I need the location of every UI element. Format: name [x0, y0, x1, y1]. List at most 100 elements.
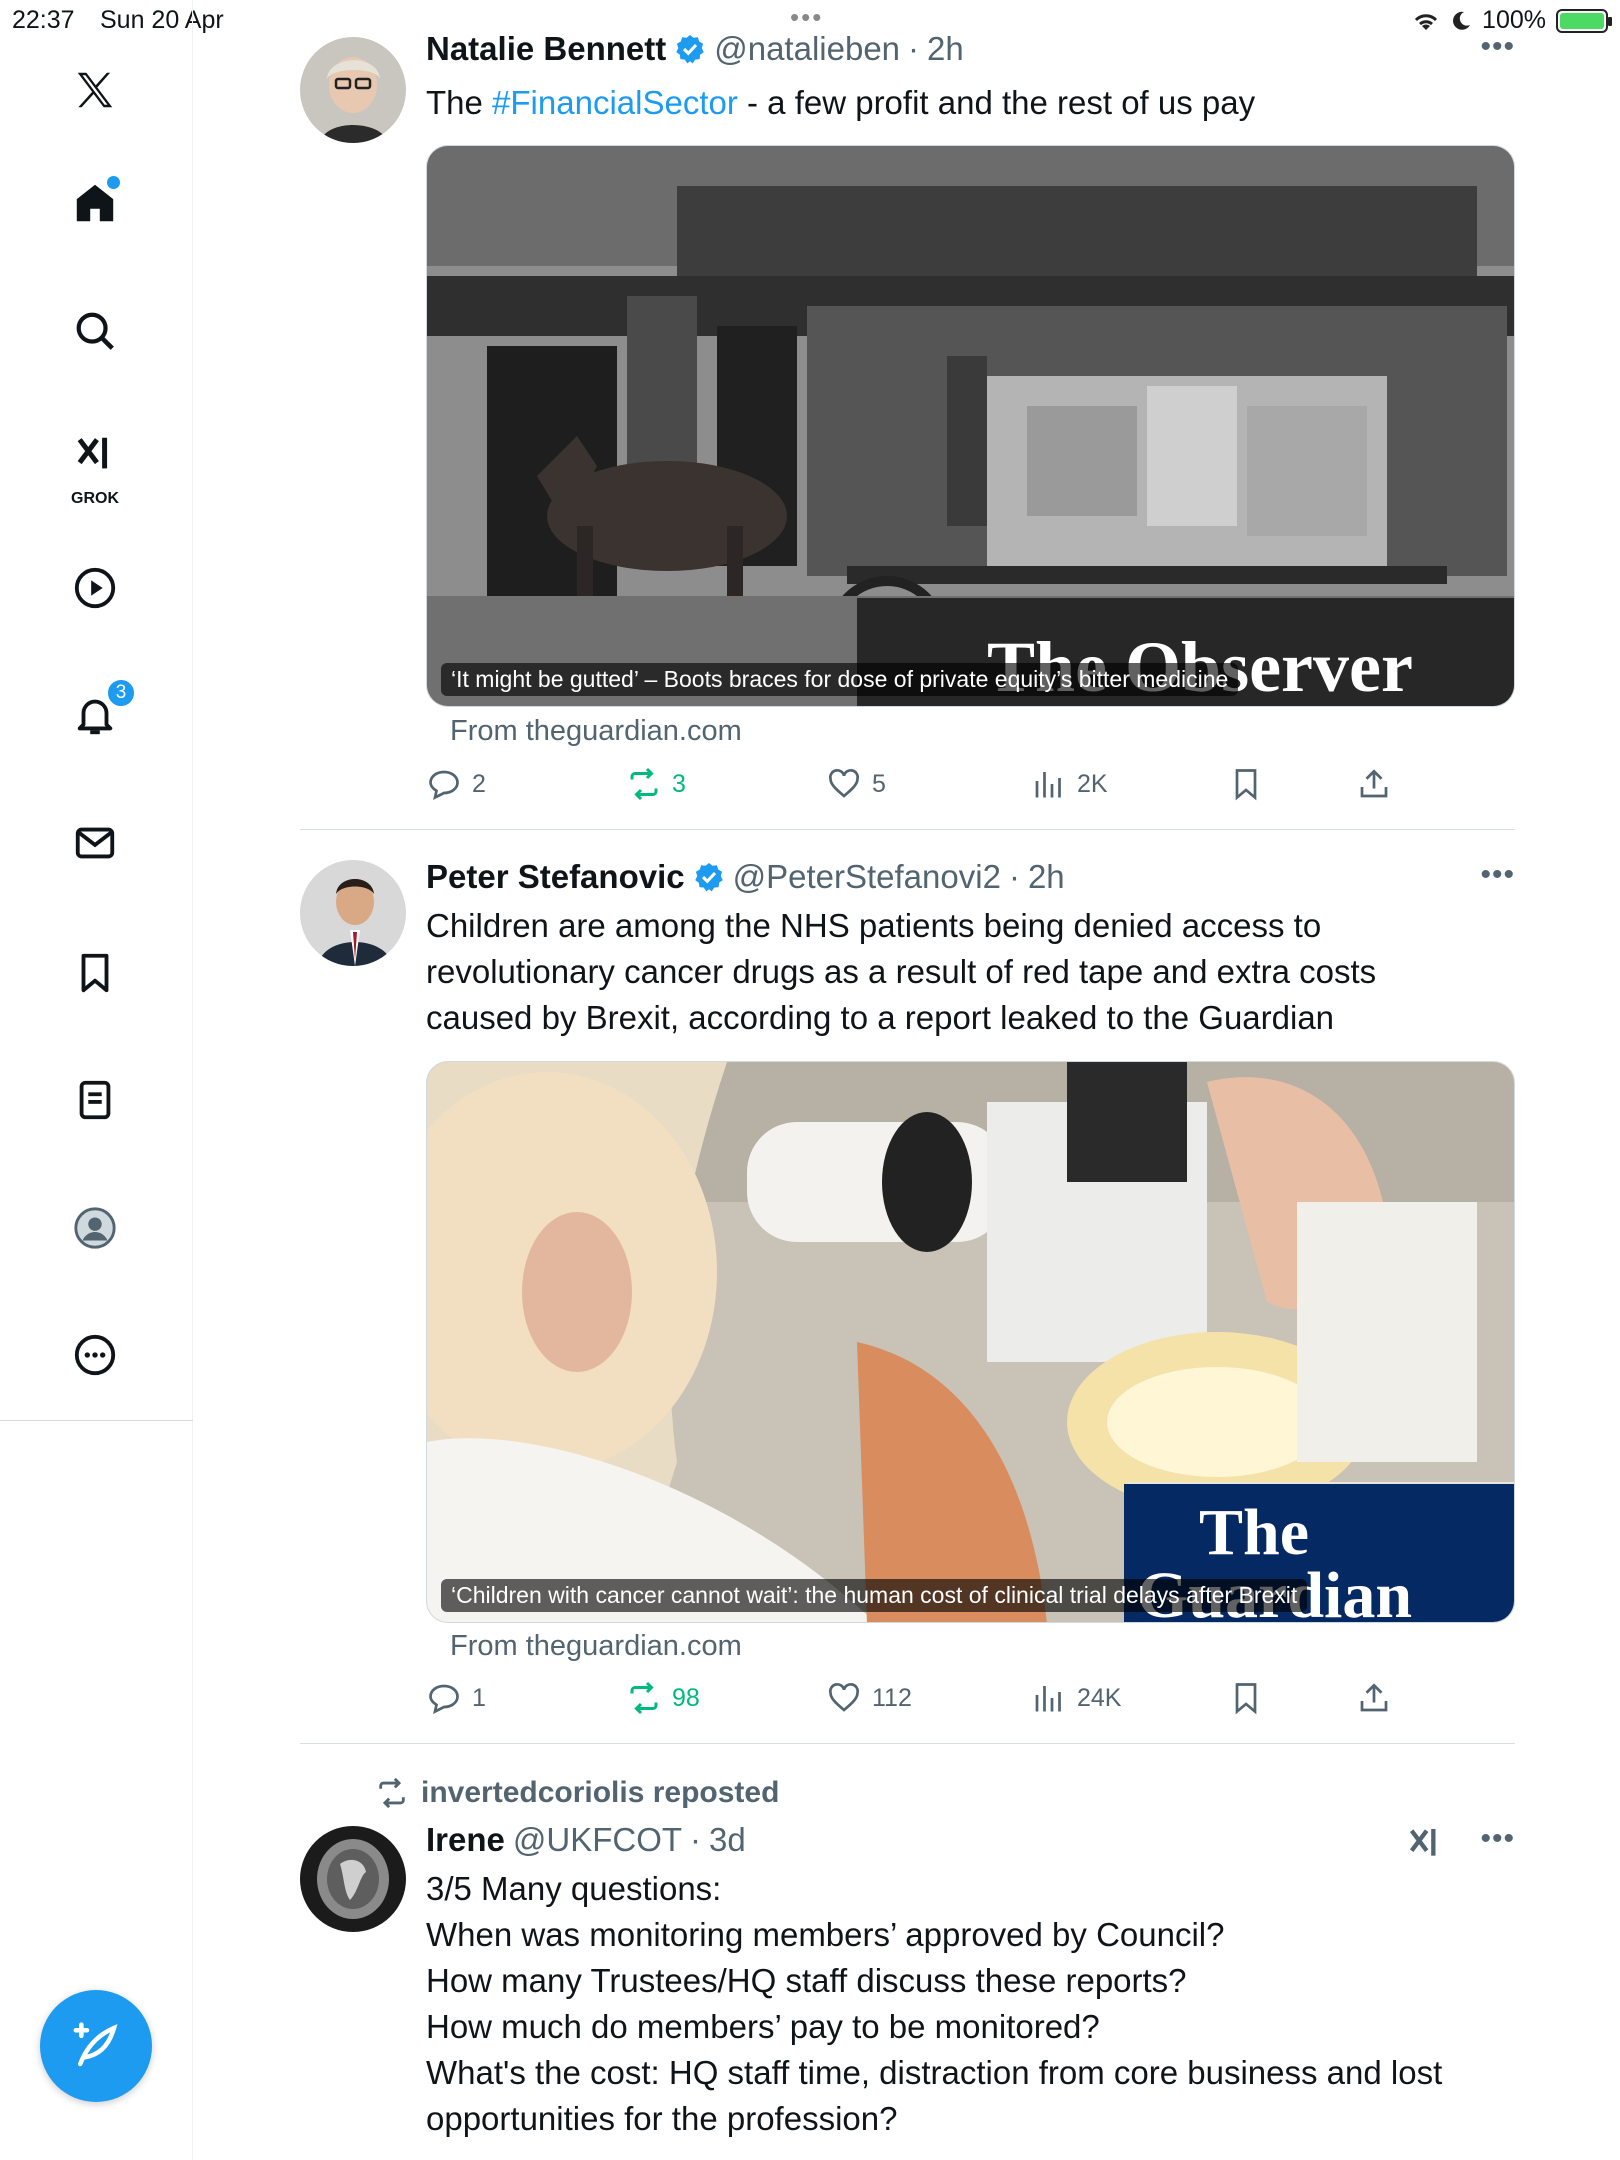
- author-name[interactable]: Natalie Bennett: [426, 30, 666, 68]
- tweet-text-line: caused by Brexit, according to a report …: [426, 999, 1335, 1036]
- like-button[interactable]: 5: [826, 766, 886, 802]
- grok-label: GROK: [71, 490, 119, 507]
- share-button[interactable]: [1356, 1680, 1392, 1716]
- more-options-icon[interactable]: •••: [1480, 1822, 1515, 1856]
- post-time[interactable]: 3d: [709, 1821, 746, 1859]
- author-name[interactable]: Irene: [426, 1821, 505, 1859]
- tweet-text-part: - a few profit and the rest of us pay: [737, 84, 1256, 121]
- tweet-text-line: What's the cost: HQ staff time, distract…: [426, 2054, 1443, 2091]
- tweet-text-line: How much do members’ pay to be monitored…: [426, 2008, 1100, 2045]
- bookmark-button[interactable]: [1228, 766, 1264, 802]
- tweet-actions: 2 3 5 2K: [426, 766, 1436, 816]
- hashtag-link[interactable]: #FinancialSector: [492, 84, 738, 121]
- tweet-text-line: When was monitoring members’ approved by…: [426, 1916, 1225, 1953]
- like-count: 112: [872, 1683, 912, 1712]
- repost-count: 3: [672, 769, 686, 798]
- repost-button[interactable]: 98: [626, 1680, 700, 1716]
- repost-indicator[interactable]: invertedcoriolis reposted: [375, 1776, 779, 1810]
- card-source[interactable]: From theguardian.com: [450, 715, 742, 748]
- reply-icon: [429, 1684, 459, 1714]
- avatar[interactable]: [300, 37, 406, 143]
- reposted-by-label: invertedcoriolis reposted: [421, 1776, 780, 1809]
- more-options-icon[interactable]: [60, 1320, 130, 1390]
- compose-feather-icon: [73, 2022, 118, 2067]
- author-handle[interactable]: @UKFCOT: [513, 1821, 682, 1859]
- dot-separator: ·: [1008, 858, 1020, 895]
- multitasking-dots-icon[interactable]: •••: [790, 2, 823, 33]
- tweet-text: 3/5 Many questions: When was monitoring …: [426, 1866, 1516, 2142]
- lists-icon[interactable]: [60, 1065, 130, 1135]
- moon-icon: [1453, 11, 1471, 30]
- post-time[interactable]: 2h: [1028, 858, 1065, 896]
- tweet-header: Irene @UKFCOT · 3d: [426, 1821, 746, 1859]
- bookmark-icon: [1235, 769, 1257, 801]
- bookmark-button[interactable]: [1228, 1680, 1264, 1716]
- avatar[interactable]: [300, 860, 406, 966]
- card-image: The Observer: [427, 146, 1514, 706]
- profile-avatar-icon[interactable]: [60, 1193, 130, 1263]
- tweet-text-line: 3/5 Many questions:: [426, 1870, 722, 1907]
- home-icon[interactable]: [60, 168, 130, 238]
- tweet-actions: 1 98 112 24K: [426, 1680, 1436, 1730]
- card-source[interactable]: From theguardian.com: [450, 1630, 742, 1663]
- grok-icon[interactable]: GROK: [60, 420, 130, 507]
- card-caption: ‘It might be gutted’ – Boots braces for …: [441, 663, 1239, 696]
- tweet-divider: [300, 829, 1515, 830]
- grok-icon[interactable]: [1405, 1824, 1445, 1864]
- sidebar-divider: [0, 1420, 193, 1421]
- messages-envelope-icon[interactable]: [60, 808, 130, 878]
- reply-count: 1: [472, 1683, 486, 1712]
- tweet-text-line: How many Trustees/HQ staff discuss these…: [426, 1962, 1187, 1999]
- share-button[interactable]: [1356, 766, 1392, 802]
- compose-post-button[interactable]: [40, 1990, 152, 2102]
- tweet-header: Natalie Bennett @natalieben · 2h: [426, 30, 964, 68]
- reply-button[interactable]: 1: [426, 1680, 486, 1716]
- more-options-icon[interactable]: •••: [1480, 30, 1515, 64]
- views-chart-icon: [1035, 772, 1061, 798]
- tweet-divider: [300, 1743, 1515, 1744]
- view-count: 24K: [1077, 1683, 1122, 1712]
- post-time[interactable]: 2h: [927, 30, 964, 68]
- repost-icon: [630, 767, 658, 801]
- notifications-bell-icon[interactable]: 3: [60, 678, 136, 750]
- notifications-badge: 3: [106, 678, 136, 708]
- tweet-text: Children are among the NHS patients bein…: [426, 903, 1516, 1041]
- tweet-text: The #FinancialSector - a few profit and …: [426, 80, 1516, 126]
- card-image: The Guardian: [427, 1062, 1514, 1622]
- x-logo-icon[interactable]: [60, 55, 130, 125]
- reply-icon: [429, 770, 459, 800]
- heart-icon: [829, 1683, 859, 1712]
- avatar[interactable]: [300, 1826, 406, 1932]
- views-button[interactable]: 2K: [1031, 766, 1108, 802]
- author-handle[interactable]: @PeterStefanovi2: [733, 858, 1001, 896]
- verified-badge-icon: [676, 35, 704, 64]
- dot-separator: ·: [690, 1821, 702, 1858]
- share-icon: [1360, 1683, 1388, 1712]
- repost-button[interactable]: 3: [626, 766, 686, 802]
- reply-button[interactable]: 2: [426, 766, 486, 802]
- verified-badge-icon: [694, 863, 723, 892]
- views-button[interactable]: 24K: [1031, 1680, 1121, 1716]
- link-card[interactable]: The Observer ‘It might be gutted’ – Boot…: [426, 145, 1515, 707]
- like-count: 5: [872, 769, 886, 798]
- tweet-text-line: opportunities for the profession?: [426, 2100, 898, 2137]
- wifi-icon: [1414, 13, 1438, 30]
- tweet-text-line: revolutionary cancer drugs as a result o…: [426, 953, 1377, 990]
- repost-icon: [630, 1681, 658, 1715]
- share-icon: [1360, 769, 1388, 798]
- repost-icon: [379, 1777, 405, 1809]
- battery-icon: [1556, 8, 1612, 33]
- search-icon[interactable]: [60, 296, 130, 366]
- video-play-icon[interactable]: [60, 553, 130, 623]
- link-card[interactable]: The Guardian ‘Children with cancer canno…: [426, 1061, 1515, 1623]
- card-caption: ‘Children with cancer cannot wait’: the …: [441, 1579, 1308, 1612]
- like-button[interactable]: 112: [826, 1680, 912, 1716]
- author-handle[interactable]: @natalieben: [714, 30, 900, 68]
- dot-separator: ·: [908, 30, 920, 67]
- author-name[interactable]: Peter Stefanovic: [426, 858, 685, 896]
- more-options-icon[interactable]: •••: [1480, 858, 1515, 892]
- reply-count: 2: [472, 769, 486, 798]
- bookmark-icon: [1235, 1683, 1257, 1715]
- bookmarks-icon[interactable]: [60, 938, 130, 1008]
- tweet-text-part: The: [426, 84, 493, 121]
